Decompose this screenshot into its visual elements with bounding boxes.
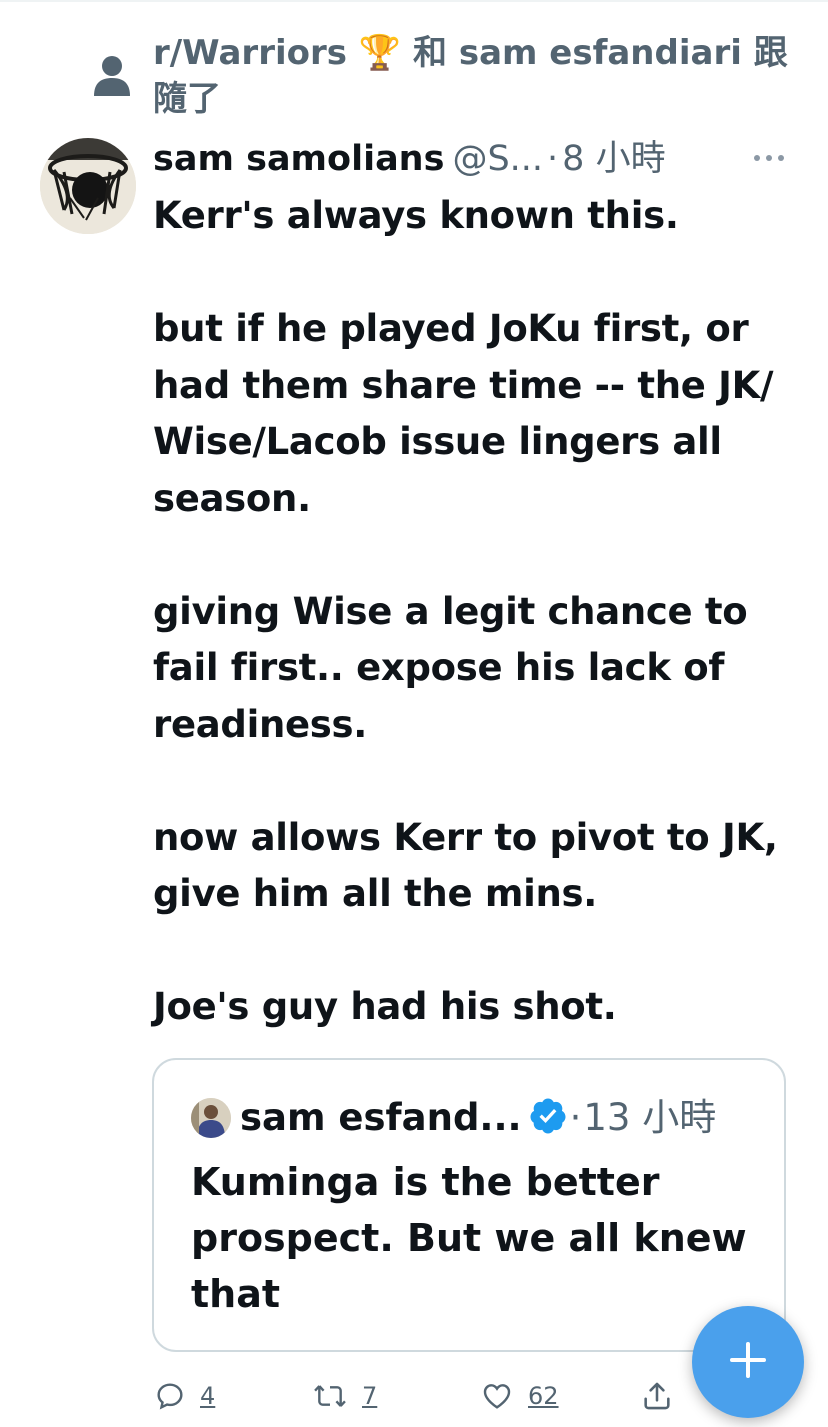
retweet-button[interactable]: 7 xyxy=(312,1376,377,1416)
like-count: 62 xyxy=(528,1382,559,1410)
quote-avatar xyxy=(191,1098,231,1138)
retweet-count: 7 xyxy=(362,1382,378,1410)
avatar[interactable] xyxy=(40,138,136,234)
verified-badge-icon xyxy=(528,1096,568,1136)
social-context-prefix: r/Warriors xyxy=(153,33,359,73)
plus-icon xyxy=(728,1340,768,1384)
social-context[interactable]: r/Warriors 🏆 和 sam esfandiari 跟隨了 xyxy=(153,30,793,122)
tweet-text: Kerr's always known this. but if he play… xyxy=(153,194,778,1028)
quote-text: Kuminga is the better prospect. But we a… xyxy=(191,1160,760,1316)
share-icon xyxy=(640,1379,674,1413)
author-name[interactable]: sam samolians xyxy=(153,139,444,179)
tweet-header: sam samolians @S... · 8 小時 xyxy=(153,134,793,184)
compose-fab-button[interactable] xyxy=(692,1306,804,1418)
trophy-emoji: 🏆 xyxy=(358,33,402,73)
top-divider xyxy=(0,0,828,2)
quote-header: sam esfand... ·13 小時 xyxy=(240,1092,780,1144)
quote-separator: · xyxy=(569,1096,582,1139)
share-button[interactable] xyxy=(640,1376,674,1416)
tweet-time[interactable]: 8 小時 xyxy=(562,139,665,179)
quote-author-name: sam esfand... xyxy=(240,1096,522,1139)
header-separator: · xyxy=(547,139,559,179)
reply-count: 4 xyxy=(200,1382,216,1410)
more-horizontal-icon[interactable] xyxy=(752,148,786,168)
retweet-icon xyxy=(312,1380,348,1412)
reply-icon xyxy=(154,1380,186,1412)
heart-icon xyxy=(480,1380,514,1412)
quote-time: 13 小時 xyxy=(583,1096,717,1139)
like-button[interactable]: 62 xyxy=(480,1376,559,1416)
author-handle[interactable]: @S... xyxy=(452,139,543,179)
person-icon xyxy=(92,54,132,100)
reply-button[interactable]: 4 xyxy=(154,1376,215,1416)
quoted-tweet[interactable]: sam esfand... ·13 小時 Kuminga is the bette… xyxy=(152,1058,786,1352)
